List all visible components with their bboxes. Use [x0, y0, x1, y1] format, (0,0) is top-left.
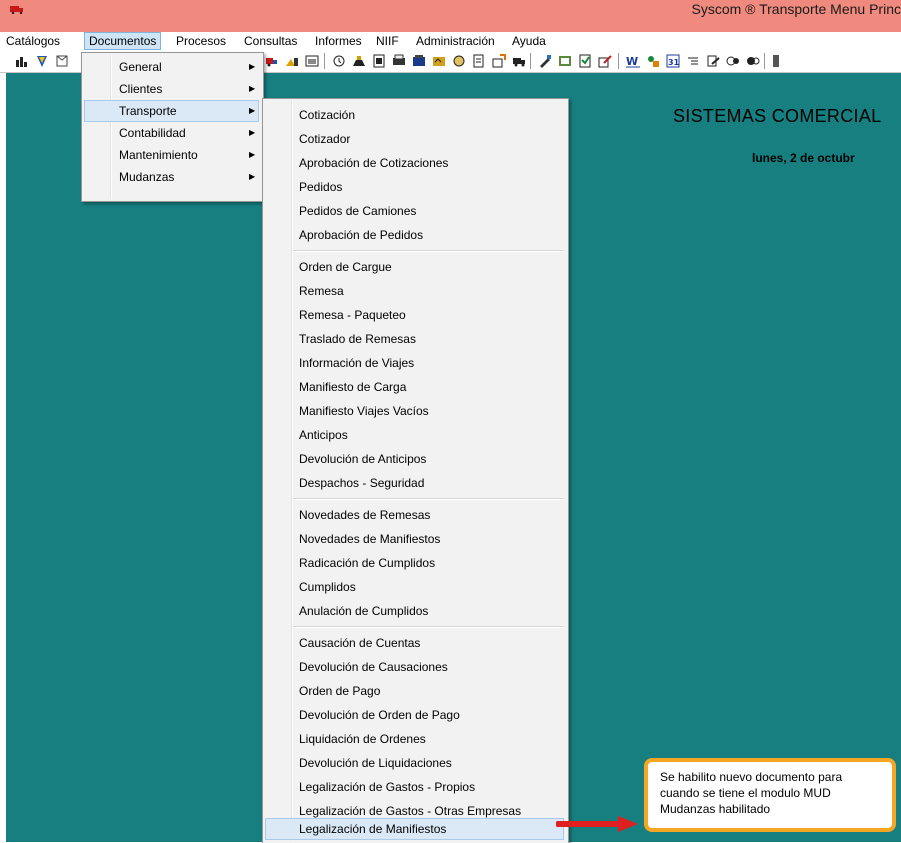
menu-item-radicacion-cumplidos[interactable]: Radicación de Cumplidos	[265, 552, 564, 574]
menu-item-legalizacion-gastos-propios[interactable]: Legalización de Gastos - Propios	[265, 776, 564, 798]
menu-niif[interactable]: NIIF	[372, 32, 403, 50]
menu-ayuda[interactable]: Ayuda	[508, 32, 550, 50]
window-title: Syscom ® Transporte Menu Princ	[691, 1, 901, 17]
toolbar-separator	[764, 53, 765, 69]
menu-item-despachos-seguridad[interactable]: Despachos - Seguridad	[265, 472, 564, 494]
menu-documentos[interactable]: Documentos	[84, 32, 162, 50]
folder-icon[interactable]	[412, 54, 426, 68]
callout-line: cuando se tiene el modulo MUD	[660, 786, 831, 800]
people-icon[interactable]	[332, 54, 346, 68]
menu-item-legalizacion-manifiestos[interactable]: Legalización de Manifiestos	[265, 818, 564, 840]
menu-item-devolucion-causaciones[interactable]: Devolución de Causaciones	[265, 656, 564, 678]
grid-icon[interactable]	[770, 54, 784, 68]
menu-item-novedades-remesas[interactable]: Novedades de Remesas	[265, 504, 564, 526]
monitor-icon[interactable]	[285, 54, 299, 68]
chevron-right-icon: ▶	[249, 172, 256, 181]
menu-item-clientes[interactable]: Clientes ▶	[84, 78, 259, 100]
menu-item-anulacion-cumplidos[interactable]: Anulación de Cumplidos	[265, 600, 564, 622]
menu-item-mudanzas[interactable]: Mudanzas ▶	[84, 166, 259, 188]
menu-informes[interactable]: Informes	[311, 32, 366, 50]
menu-consultas[interactable]: Consultas	[240, 32, 301, 50]
menu-bar: Catálogos Documentos Procesos Consultas …	[0, 32, 901, 50]
word-icon[interactable]: W	[626, 54, 640, 68]
edit-icon[interactable]	[598, 54, 612, 68]
menu-item-devolucion-orden-pago[interactable]: Devolución de Orden de Pago	[265, 704, 564, 726]
menu-item-pedidos[interactable]: Pedidos	[265, 176, 564, 198]
menu-item-aprobacion-pedidos[interactable]: Aprobación de Pedidos	[265, 224, 564, 246]
menu-item-cotizador[interactable]: Cotizador	[265, 128, 564, 150]
svg-text:31: 31	[668, 58, 680, 67]
chevron-right-icon: ▶	[249, 128, 256, 137]
menu-item-orden-pago[interactable]: Orden de Pago	[265, 680, 564, 702]
chevron-right-icon: ▶	[249, 150, 256, 159]
annotation-callout: Se habilito nuevo documento para cuando …	[644, 758, 896, 832]
save-icon[interactable]	[392, 54, 406, 68]
notes-icon[interactable]	[472, 54, 486, 68]
document-icon[interactable]	[492, 54, 506, 68]
menu-item-manifiesto-carga[interactable]: Manifiesto de Carga	[265, 376, 564, 398]
menu-item-aprobacion-cotizaciones[interactable]: Aprobación de Cotizaciones	[265, 152, 564, 174]
menu-item-mantenimiento[interactable]: Mantenimiento ▶	[84, 144, 259, 166]
menu-item-liquidacion-ordenes[interactable]: Liquidación de Ordenes	[265, 728, 564, 750]
menu-item-general[interactable]: General ▶	[84, 56, 259, 78]
menu-separator	[293, 626, 564, 628]
printer-icon[interactable]	[372, 54, 386, 68]
menu-item-remesa[interactable]: Remesa	[265, 280, 564, 302]
menu-item-remesa-paqueteo[interactable]: Remesa - Paqueteo	[265, 304, 564, 326]
shield-icon[interactable]	[35, 54, 49, 68]
chevron-right-icon: ▶	[249, 106, 256, 115]
edit-icon[interactable]	[706, 54, 720, 68]
company-title: SISTEMAS COMERCIAL	[673, 106, 882, 126]
edit-icon[interactable]	[538, 54, 552, 68]
grid-icon[interactable]	[686, 54, 700, 68]
box-icon[interactable]	[55, 54, 69, 68]
callout-line: Mudanzas habilitado	[660, 802, 771, 816]
app-truck-icon	[10, 6, 23, 14]
menu-item-novedades-manifiestos[interactable]: Novedades de Manifiestos	[265, 528, 564, 550]
menu-item-traslado-remesas[interactable]: Traslado de Remesas	[265, 328, 564, 350]
document-icon[interactable]	[352, 54, 366, 68]
excel-icon[interactable]	[646, 54, 660, 68]
chart-icon[interactable]	[15, 54, 29, 68]
documentos-menu: General ▶ Clientes ▶ Transporte ▶ Contab…	[81, 52, 264, 202]
current-date: lunes, 2 de octubr	[752, 151, 855, 165]
svg-text:W: W	[626, 55, 638, 68]
truck-icon[interactable]	[265, 54, 279, 68]
menu-catalogos[interactable]: Catálogos	[2, 32, 64, 50]
menu-item-devolucion-liquidaciones[interactable]: Devolución de Liquidaciones	[265, 752, 564, 774]
menu-administracion[interactable]: Administración	[412, 32, 499, 50]
help-icon[interactable]	[726, 54, 740, 68]
truck-icon[interactable]	[512, 54, 526, 68]
menu-item-manifiesto-viajes-vacios[interactable]: Manifiesto Viajes Vacíos	[265, 400, 564, 422]
menu-item-cotizacion[interactable]: Cotización	[265, 104, 564, 126]
copy-icon[interactable]	[452, 54, 466, 68]
menu-item-informacion-viajes[interactable]: Información de Viajes	[265, 352, 564, 374]
toolbar-separator	[530, 53, 531, 69]
menu-item-transporte[interactable]: Transporte ▶	[84, 100, 259, 122]
notes-icon[interactable]	[578, 54, 592, 68]
calendar-icon[interactable]	[305, 54, 319, 68]
chevron-right-icon: ▶	[249, 62, 256, 71]
menu-item-cumplidos[interactable]: Cumplidos	[265, 576, 564, 598]
transporte-submenu: Cotización Cotizador Aprobación de Cotiz…	[262, 98, 569, 843]
menu-item-devolucion-anticipos[interactable]: Devolución de Anticipos	[265, 448, 564, 470]
chevron-right-icon: ▶	[249, 84, 256, 93]
user-icon[interactable]	[558, 54, 572, 68]
menu-item-anticipos[interactable]: Anticipos	[265, 424, 564, 446]
arrow-icon	[556, 816, 638, 832]
menu-item-contabilidad[interactable]: Contabilidad ▶	[84, 122, 259, 144]
menu-item-orden-cargue[interactable]: Orden de Cargue	[265, 256, 564, 278]
menu-item-pedidos-camiones[interactable]: Pedidos de Camiones	[265, 200, 564, 222]
menu-separator	[293, 498, 564, 500]
calendar-31-icon[interactable]: 31	[666, 54, 680, 68]
menu-item-causacion-cuentas[interactable]: Causación de Cuentas	[265, 632, 564, 654]
help-icon[interactable]	[746, 54, 760, 68]
toolbar-separator	[324, 53, 325, 69]
report-icon[interactable]	[432, 54, 446, 68]
toolbar-separator	[618, 53, 619, 69]
callout-line: Se habilito nuevo documento para	[660, 770, 843, 784]
menu-procesos[interactable]: Procesos	[172, 32, 230, 50]
menu-separator	[293, 250, 564, 252]
title-bar: Syscom ® Transporte Menu Princ	[0, 0, 901, 32]
